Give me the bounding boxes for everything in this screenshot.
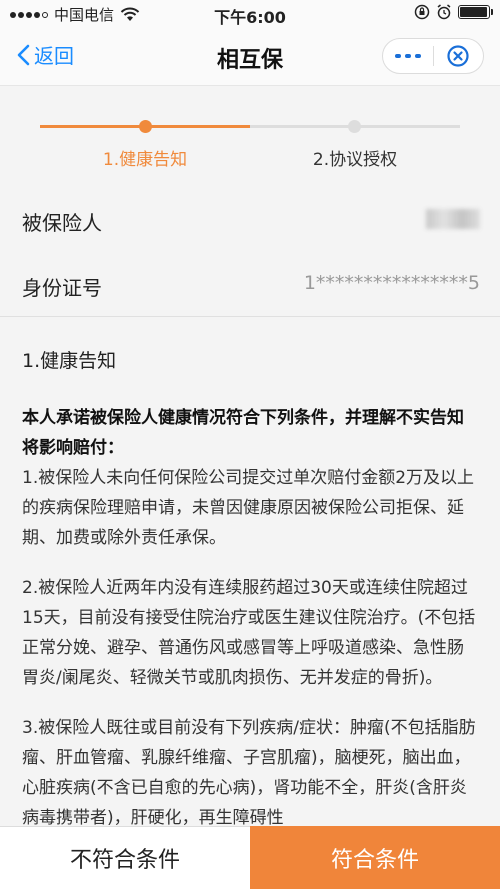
id-row: 身份证号 1****************5 (22, 250, 480, 310)
progress-steps: 1.健康告知 2.协议授权 (0, 87, 500, 185)
not-eligible-button[interactable]: 不符合条件 (0, 826, 250, 889)
id-value: 1****************5 (303, 272, 480, 294)
health-notice[interactable]: 1.健康告知 本人承诺被保险人健康情况符合下列条件，并理解不实告知将影响赔付： … (0, 318, 500, 826)
step-1-dot (139, 120, 152, 133)
close-button[interactable] (433, 39, 483, 73)
nav-bar: 返回 相互保 (0, 28, 500, 86)
step-2-dot (348, 120, 361, 133)
insured-info: 被保险人 身份证号 1****************5 (0, 185, 500, 317)
more-icon (394, 54, 401, 58)
rotation-lock-icon (414, 4, 430, 20)
insured-name-redacted (426, 207, 480, 229)
status-right (414, 4, 493, 20)
step-2-label: 2.协议授权 (312, 150, 398, 170)
chevron-left-icon (17, 44, 30, 65)
insured-label: 被保险人 (22, 211, 102, 235)
more-button[interactable] (383, 39, 433, 73)
close-circle-icon (447, 45, 469, 67)
section-title: 1.健康告知 (22, 350, 117, 372)
health-item-3: 3.被保险人既往或目前没有下列疾病/症状：肿瘤(不包括脂肪瘤、肝血管瘤、乳腺纤维… (22, 718, 476, 826)
back-button[interactable]: 返回 (16, 40, 74, 69)
mini-program-capsule (382, 38, 484, 74)
health-intro: 本人承诺被保险人健康情况符合下列条件，并理解不实告知将影响赔付： (22, 408, 464, 458)
eligible-button[interactable]: 符合条件 (250, 826, 500, 889)
alarm-icon (437, 4, 451, 20)
id-label: 身份证号 (22, 276, 102, 300)
status-bar: 中国电信 下午6:00 (0, 0, 500, 28)
battery-icon (458, 5, 493, 19)
back-label: 返回 (34, 44, 74, 68)
step-1-label: 1.健康告知 (102, 150, 188, 170)
health-item-2: 2.被保险人近两年内没有连续服药超过30天或连续住院超过15天，目前没有接受住院… (22, 578, 476, 688)
health-item-1: 1.被保险人未向任何保险公司提交过单次赔付金额2万及以上的疾病保险理赔申请，未曾… (22, 468, 475, 548)
footer-actions: 不符合条件 符合条件 (0, 826, 500, 889)
insured-row: 被保险人 (22, 185, 480, 245)
